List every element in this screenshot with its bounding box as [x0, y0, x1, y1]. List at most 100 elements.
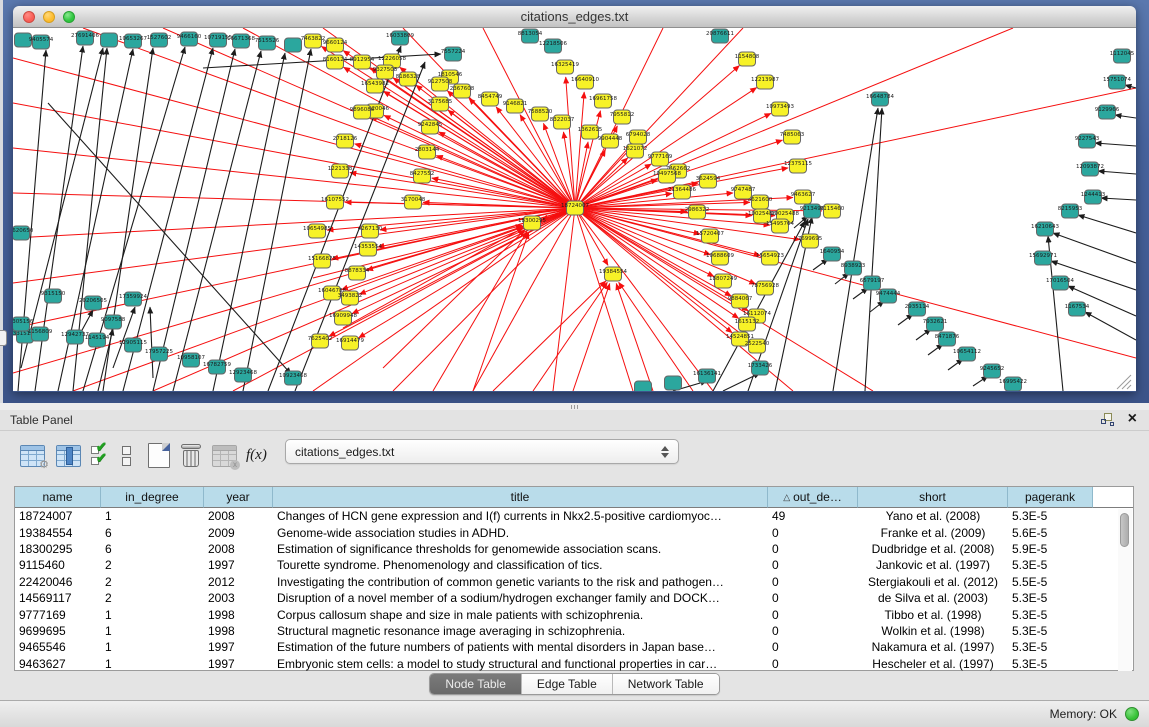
- network-node-label: 1733426: [748, 363, 773, 369]
- network-edge: [553, 208, 575, 391]
- table-cell: 5.3E-5: [1008, 624, 1093, 638]
- network-edge: [1101, 198, 1136, 200]
- column-header-indegree[interactable]: in_degree: [101, 487, 204, 508]
- memory-ok-indicator[interactable]: [1125, 707, 1139, 721]
- function-builder-button[interactable]: f(x): [246, 446, 267, 464]
- network-node-label: 1221338: [328, 166, 353, 172]
- table-selector-dropdown[interactable]: citations_edges.txt: [285, 439, 679, 464]
- dropdown-arrows-icon: [656, 446, 674, 458]
- table-cell: 5.3E-5: [1008, 591, 1093, 605]
- table-cell: 0: [768, 542, 858, 556]
- network-edge: [359, 208, 575, 338]
- table-row[interactable]: 911546021997Tourette syndrome. Phenomeno…: [15, 557, 1133, 573]
- table-row[interactable]: 1830029562008Estimation of significance …: [15, 541, 1133, 557]
- table-row[interactable]: 2242004622012Investigating the contribut…: [15, 574, 1133, 590]
- table-cell: Nakamura et al. (1997): [858, 640, 1008, 654]
- table-toolbar: ⚙ ✔ ✔ x f(x): [0, 431, 1149, 481]
- network-node[interactable]: [101, 33, 118, 47]
- network-edge: [1115, 115, 1136, 118]
- table-row[interactable]: 969969511998Structural magnetic resonanc…: [15, 623, 1133, 639]
- x-badge-icon: x: [230, 460, 240, 470]
- tab-network-table[interactable]: Network Table: [613, 674, 719, 694]
- network-node-label: 6579197: [860, 278, 885, 284]
- network-node[interactable]: [285, 38, 302, 52]
- network-node-label: 16112074: [743, 311, 771, 317]
- trash-icon: [180, 443, 202, 468]
- column-header-label: name: [42, 490, 72, 504]
- table-cell: 49: [768, 509, 858, 523]
- column-header-label: in_degree: [125, 490, 178, 504]
- network-node-label: 7588520: [528, 109, 553, 115]
- network-node-label: 15654923: [756, 253, 784, 259]
- network-window-titlebar[interactable]: citations_edges.txt: [13, 6, 1136, 28]
- pane-splitter[interactable]: [0, 403, 1149, 410]
- sort-ascending-icon: △: [783, 492, 790, 503]
- scrollbar-thumb[interactable]: [1120, 513, 1129, 547]
- select-columns-button[interactable]: ✔ ✔: [91, 443, 111, 467]
- network-node-label: 2718126: [333, 136, 358, 142]
- column-header-name[interactable]: name: [15, 487, 101, 508]
- network-node-label: 9747487: [731, 187, 756, 193]
- table-cell: 9465546: [15, 640, 101, 654]
- network-graph[interactable]: 9405574276914061065326715276029466160107…: [13, 28, 1136, 391]
- panel-collapse-handle[interactable]: [0, 330, 7, 346]
- close-panel-icon[interactable]: ×: [1128, 412, 1137, 426]
- table-cell: 2003: [204, 591, 273, 605]
- network-node-label: 3624594: [696, 176, 721, 182]
- network-node-label: 14353554: [354, 244, 382, 250]
- network-edge: [575, 208, 873, 391]
- network-edge: [243, 49, 311, 391]
- network-view-window: citations_edges.txt 94055742769140610653…: [13, 6, 1136, 392]
- network-node[interactable]: [635, 381, 652, 391]
- table-cell: 0: [768, 526, 858, 540]
- table-cell: Structural magnetic resonance image aver…: [273, 624, 768, 638]
- network-node-label: 2522540: [745, 341, 770, 347]
- network-node-label: 12226058: [378, 56, 406, 62]
- table-cell: 1997: [204, 558, 273, 572]
- network-edge: [439, 132, 575, 208]
- table-header-row: name in_degree yeartitle△out_de…shortpager…: [15, 487, 1133, 508]
- column-header-pagerank[interactable]: pagerank: [1008, 487, 1093, 508]
- network-edge: [1122, 380, 1131, 389]
- network-node[interactable]: [665, 376, 682, 390]
- network-node-label: 16995422: [999, 379, 1027, 385]
- table-row[interactable]: 946362711997Embryonic stem cells: a mode…: [15, 656, 1133, 672]
- network-edge: [1078, 215, 1136, 233]
- network-node-label: 8471876: [935, 334, 960, 340]
- table-row[interactable]: 977716911998Corpus callosum shape and si…: [15, 606, 1133, 622]
- table-cell: Stergiakouli et al. (2012): [858, 575, 1008, 589]
- tab-edge-table[interactable]: Edge Table: [522, 674, 613, 694]
- document-icon: [148, 443, 170, 468]
- row-mode-button[interactable]: [122, 445, 132, 467]
- status-bar: Memory: OK: [0, 700, 1149, 727]
- table-row[interactable]: 1872400712008Changes of HCN gene express…: [15, 508, 1133, 524]
- column-header-short[interactable]: short: [858, 487, 1008, 508]
- vertical-scrollbar[interactable]: [1118, 509, 1132, 671]
- table-body: 1872400712008Changes of HCN gene express…: [15, 508, 1133, 672]
- table-cell: 2008: [204, 509, 273, 523]
- tab-node-table[interactable]: Node Table: [430, 674, 522, 694]
- float-panel-icon[interactable]: [1101, 413, 1114, 426]
- table-cell: 18724007: [15, 509, 101, 523]
- network-node-label: 18724007: [561, 203, 589, 209]
- network-node-label: 9474444: [876, 291, 901, 297]
- table-mode-button[interactable]: ⚙: [20, 445, 45, 467]
- new-table-button[interactable]: [148, 443, 170, 468]
- table-row[interactable]: 946554611997Estimation of the future num…: [15, 639, 1133, 655]
- table-tabs: Node TableEdge TableNetwork Table: [0, 673, 1149, 695]
- show-columns-button[interactable]: [56, 445, 81, 467]
- network-edge: [1125, 85, 1136, 88]
- network-node-label: 10654985: [303, 226, 331, 232]
- delete-rows-button[interactable]: [180, 443, 202, 468]
- table-row[interactable]: 1938455462009Genome-wide association stu…: [15, 524, 1133, 540]
- table-cell: Yano et al. (2008): [858, 509, 1008, 523]
- network-edge: [575, 88, 1136, 208]
- network-node-label: 12218506: [539, 41, 567, 47]
- column-header-title[interactable]: title: [273, 487, 768, 508]
- column-header-year[interactable]: year: [204, 487, 273, 508]
- table-row[interactable]: 1456911722003Disruption of a novel membe…: [15, 590, 1133, 606]
- app-window: citations_edges.txt 94055742769140610653…: [0, 0, 1149, 727]
- column-header-outde[interactable]: △out_de…: [768, 487, 858, 508]
- network-canvas[interactable]: 9405574276914061065326715276029466160107…: [13, 28, 1136, 391]
- delete-table-button-disabled: x: [212, 445, 237, 467]
